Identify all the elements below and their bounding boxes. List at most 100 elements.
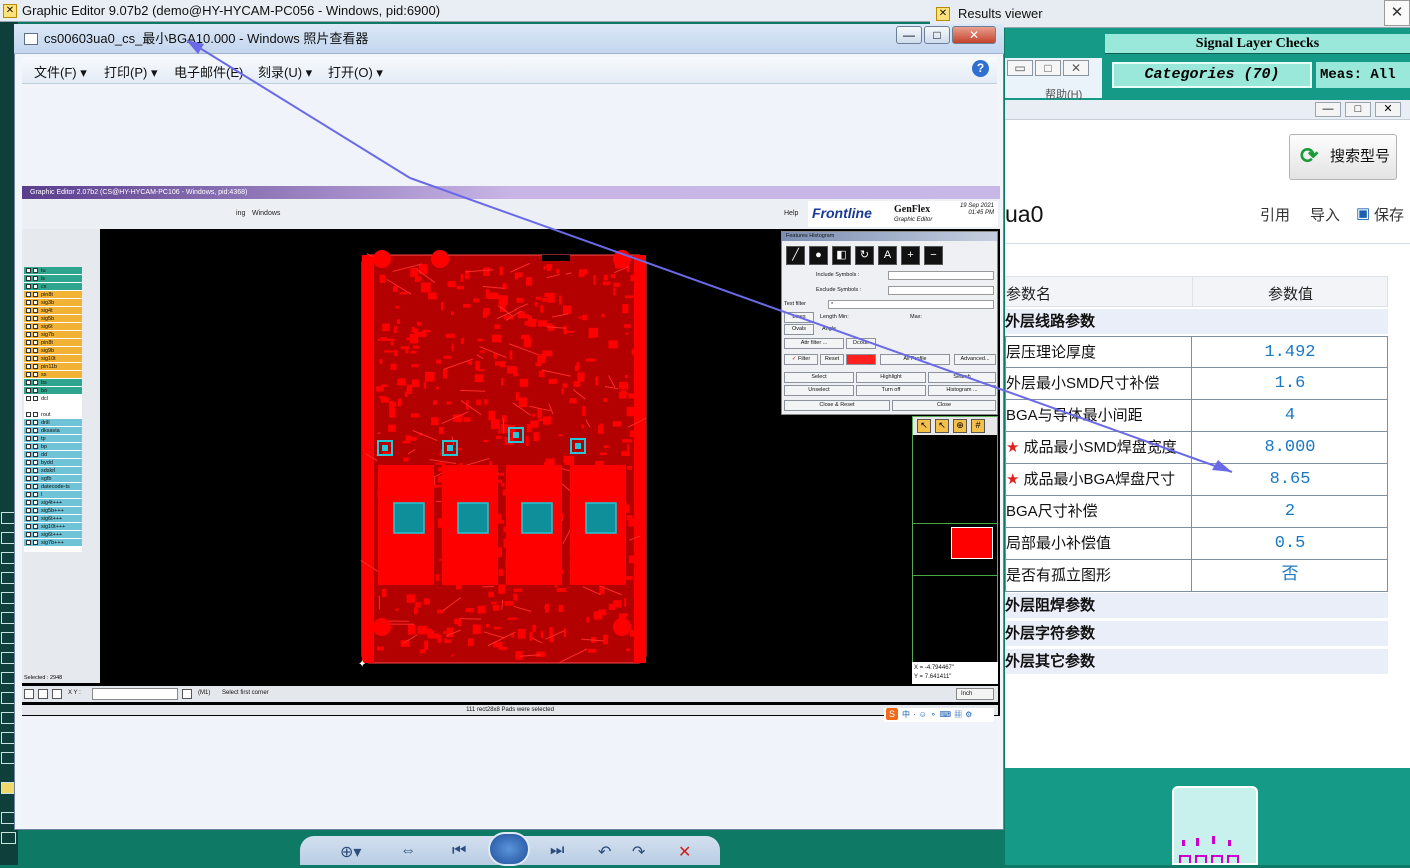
layer-display-box[interactable] (33, 276, 38, 281)
layer-checkbox[interactable] (26, 324, 31, 329)
layer-display-box[interactable] (33, 316, 38, 321)
pointer-icon[interactable]: ↖ (917, 419, 931, 433)
all-profile-button[interactable]: All Profile (880, 354, 950, 365)
minimize-icon[interactable]: — (896, 26, 922, 44)
param-value[interactable]: 0.5 (1192, 528, 1388, 559)
layer-display-box[interactable] (33, 340, 38, 345)
layer-item[interactable]: cx (24, 283, 82, 291)
layer-display-box[interactable] (33, 332, 38, 337)
reference-button[interactable]: 引用 (1260, 204, 1290, 225)
layer-item[interactable]: sig6t+++ (24, 515, 82, 523)
pointer-icon[interactable]: ↖ (935, 419, 949, 433)
layer-item[interactable]: sig4t (24, 307, 82, 315)
layer-item[interactable]: pin8t (24, 339, 82, 347)
filter-button[interactable]: ✓ Filter (784, 354, 818, 365)
layer-display-box[interactable] (33, 356, 38, 361)
layer-checkbox[interactable] (26, 332, 31, 337)
layer-display-box[interactable] (33, 396, 38, 401)
layer-checkbox[interactable] (26, 500, 31, 505)
layer-item[interactable]: rout (24, 411, 82, 419)
layer-display-box[interactable] (33, 444, 38, 449)
minimap[interactable]: ↖ ↖ ⊕ # (912, 416, 998, 684)
table-row[interactable]: 外层最小SMD尺寸补偿 1.6 (1005, 368, 1388, 400)
close-icon[interactable]: ✕ (1375, 102, 1401, 117)
layer-checkbox[interactable] (26, 364, 31, 369)
layer-checkbox[interactable] (26, 348, 31, 353)
layer-display-box[interactable] (33, 292, 38, 297)
include-symbols-input[interactable] (888, 271, 994, 280)
close-icon[interactable]: ✕ (952, 26, 996, 44)
layer-display-box[interactable] (33, 460, 38, 465)
layer-checkbox[interactable] (26, 508, 31, 513)
layer-display-box[interactable] (33, 484, 38, 489)
layer-item[interactable]: bp (24, 443, 82, 451)
layer-item[interactable]: tu (24, 267, 82, 275)
layer-checkbox[interactable] (26, 340, 31, 345)
tool-icon[interactable] (24, 689, 34, 699)
group-outer-soldermask[interactable]: 外层阻焊参数 (1005, 593, 1388, 619)
layer-checkbox[interactable] (26, 420, 31, 425)
menu-file[interactable]: 文件(F) ▾ (34, 62, 87, 81)
pad-tool-icon[interactable]: ● (809, 246, 828, 265)
layer-display-box[interactable] (33, 524, 38, 529)
menu-print[interactable]: 打印(P) ▾ (104, 62, 157, 81)
layer-display-box[interactable] (33, 500, 38, 505)
meas-selector[interactable]: Meas: All (1316, 62, 1410, 88)
layer-item[interactable]: sig6t+++ (24, 531, 82, 539)
layer-checkbox[interactable] (26, 516, 31, 521)
tool-icon[interactable] (52, 689, 62, 699)
next-icon[interactable]: ⏭ (550, 842, 564, 860)
layer-item[interactable]: dd (24, 451, 82, 459)
layer-item[interactable]: sig5b (24, 315, 82, 323)
menu-open[interactable]: 打开(O) ▾ (328, 62, 383, 81)
layer-checkbox[interactable] (26, 492, 31, 497)
slideshow-icon[interactable] (488, 832, 530, 866)
param-value[interactable]: 4 (1192, 400, 1388, 431)
layer-item[interactable]: drill (24, 419, 82, 427)
layer-checkbox[interactable] (26, 476, 31, 481)
arc-tool-icon[interactable]: ↻ (855, 246, 874, 265)
layer-display-box[interactable] (33, 420, 38, 425)
grid-icon[interactable]: # (971, 419, 985, 433)
histogram-button[interactable]: Histogram ... (928, 385, 996, 396)
layer-item[interactable]: sig10t (24, 355, 82, 363)
layer-item[interactable]: datecode-ts (24, 483, 82, 491)
layer-checkbox[interactable] (26, 300, 31, 305)
layer-checkbox[interactable] (26, 396, 31, 401)
layer-display-box[interactable] (33, 372, 38, 377)
table-row[interactable]: ★成品最小BGA焊盘尺寸 8.65 (1005, 464, 1388, 496)
table-row[interactable]: 是否有孤立图形 否 (1005, 560, 1388, 592)
add-icon[interactable]: + (901, 246, 920, 265)
layer-item[interactable]: sig3b (24, 299, 82, 307)
layer-display-box[interactable] (33, 284, 38, 289)
ime-tray-icons[interactable]: 中·☺⚬⌨▦⚙ (902, 709, 975, 720)
layer-item[interactable]: l (24, 491, 82, 499)
group-outer-other[interactable]: 外层其它参数 (1005, 649, 1388, 675)
layer-display-box[interactable] (33, 268, 38, 273)
search-model-button[interactable]: ⟳ 搜索型号 (1289, 134, 1397, 180)
layer-checkbox[interactable] (26, 428, 31, 433)
layer-checkbox[interactable] (26, 380, 31, 385)
minimap-viewport[interactable] (951, 527, 993, 559)
layer-checkbox[interactable] (26, 532, 31, 537)
layer-display-box[interactable] (33, 412, 38, 417)
layer-checkbox[interactable] (26, 460, 31, 465)
layer-item[interactable]: sig9b (24, 347, 82, 355)
inner-menu-item[interactable]: ing (236, 210, 245, 217)
tool-slot[interactable] (1, 832, 16, 844)
maximize-icon[interactable]: □ (1345, 102, 1371, 117)
inner-menu-windows[interactable]: Windows (252, 210, 280, 217)
layer-checkbox[interactable] (26, 436, 31, 441)
layer-checkbox[interactable] (26, 540, 31, 545)
zoom-icon[interactable]: ⊕ (953, 419, 967, 433)
menu-email[interactable]: 电子邮件(E) (174, 62, 243, 81)
unselect-button[interactable]: Unselect (784, 385, 854, 396)
layer-item[interactable]: pin8t (24, 291, 82, 299)
layer-item[interactable]: sig7b+++ (24, 539, 82, 547)
layer-display-box[interactable] (33, 388, 38, 393)
ovals-button[interactable]: Ovals (784, 324, 814, 335)
layer-item[interactable]: sdskrl (24, 467, 82, 475)
layer-checkbox[interactable] (26, 356, 31, 361)
layer-display-box[interactable] (33, 308, 38, 313)
layer-display-box[interactable] (33, 468, 38, 473)
